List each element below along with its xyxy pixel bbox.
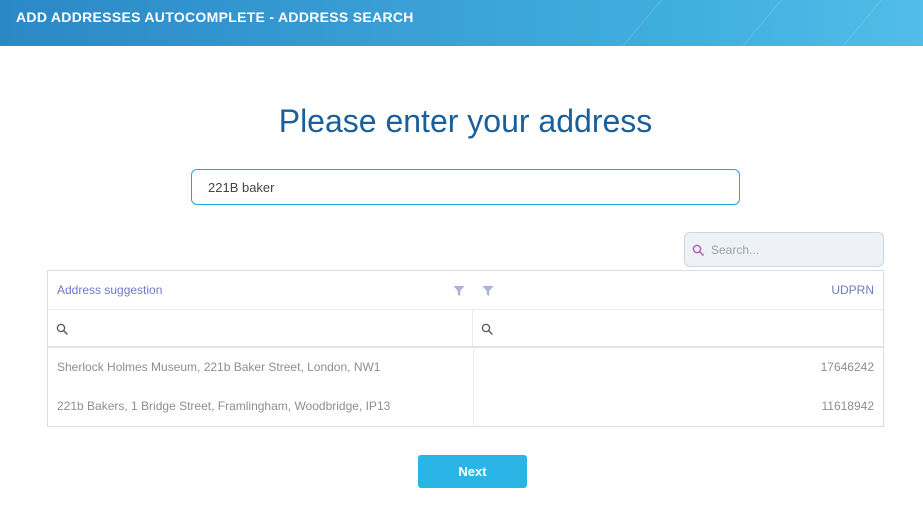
column-header-udprn[interactable]: UDPRN (831, 283, 874, 297)
table-row[interactable]: 221b Bakers, 1 Bridge Street, Framlingha… (48, 387, 883, 426)
udprn-filter-input[interactable] (499, 312, 879, 344)
search-icon (692, 243, 704, 261)
grid-search-box[interactable] (684, 232, 884, 267)
address-filter-cell[interactable] (48, 310, 473, 346)
table-row[interactable]: Sherlock Holmes Museum, 221b Baker Stree… (48, 348, 883, 387)
grid-search-input[interactable] (711, 233, 881, 266)
search-icon (481, 322, 493, 340)
address-cell: 221b Bakers, 1 Bridge Street, Framlingha… (57, 399, 391, 413)
address-search-input[interactable] (191, 169, 740, 205)
udprn-cell: 11618942 (821, 399, 875, 413)
header-title: ADD ADDRESSES AUTOCOMPLETE - ADDRESS SEA… (16, 9, 414, 25)
next-button[interactable]: Next (418, 455, 527, 488)
app-header: ADD ADDRESSES AUTOCOMPLETE - ADDRESS SEA… (0, 0, 923, 46)
udprn-cell: 17646242 (820, 360, 874, 374)
udprn-filter-cell[interactable] (473, 310, 883, 346)
address-cell: Sherlock Holmes Museum, 221b Baker Stree… (57, 360, 381, 374)
grid-header-row: Address suggestion UDPRN (48, 271, 883, 310)
funnel-icon[interactable] (482, 284, 494, 302)
address-filter-input[interactable] (74, 312, 454, 344)
grid-filter-row (48, 310, 883, 348)
column-header-address[interactable]: Address suggestion (57, 283, 162, 297)
page-title: Please enter your address (278, 103, 653, 139)
address-results-grid: Address suggestion UDPRN Sherlock Holmes… (47, 270, 884, 427)
search-icon (56, 322, 68, 340)
funnel-icon[interactable] (453, 284, 465, 302)
